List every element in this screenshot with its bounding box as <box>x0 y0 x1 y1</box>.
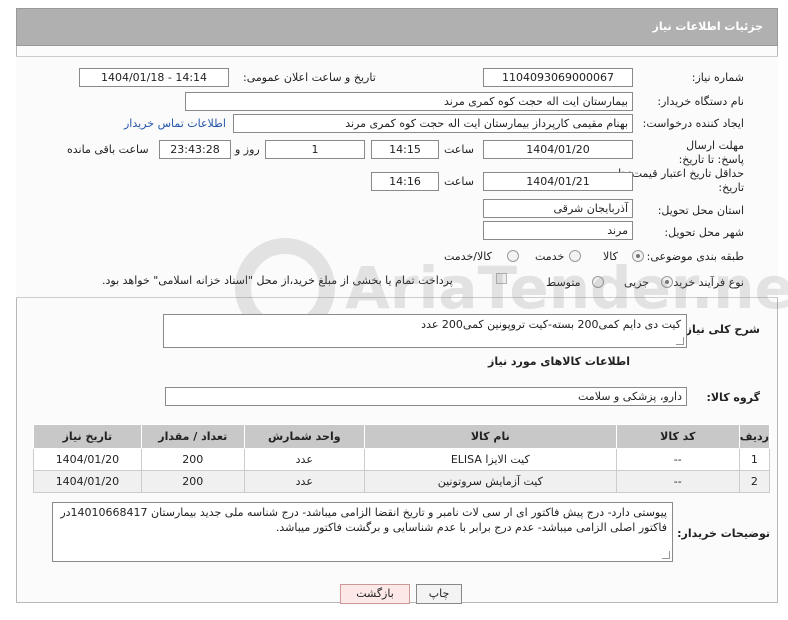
process-option-medium: متوسط <box>546 276 581 289</box>
process-label: نوع فرآیند خرید : <box>666 276 744 289</box>
creator-field: بهنام مقیمی کارپرداز بیمارستان ایت اله ح… <box>233 114 633 133</box>
cell-unit: عدد <box>243 448 365 471</box>
validity-time-field: 14:16 <box>371 172 439 191</box>
category-option-service: خدمت <box>535 250 565 263</box>
col-header-date: تاریخ نیاز <box>33 424 142 449</box>
validity-time-label: ساعت <box>444 175 474 188</box>
buyer-notes-text: پیوستی دارد- درج پیش فاکتور ای ار سی لات… <box>60 506 667 534</box>
deadline-time-label: ساعت <box>444 143 474 156</box>
buyer-notes-textarea[interactable]: پیوستی دارد- درج پیش فاکتور ای ار سی لات… <box>52 502 673 562</box>
general-desc-text: کیت دی دایم کمی200 بسته-کیت تروپونین کمی… <box>421 318 681 331</box>
validity-date-field: 1404/01/21 <box>483 172 633 191</box>
contact-buyer-link[interactable]: اطلاعات تماس خریدار <box>124 117 226 130</box>
deadline-date-field: 1404/01/20 <box>483 140 633 159</box>
treasury-payment-checkbox[interactable] <box>496 273 507 284</box>
col-header-row: ردیف <box>738 424 771 449</box>
resize-handle[interactable] <box>676 337 684 345</box>
city-label: شهر محل تحویل: <box>664 226 744 239</box>
back-button[interactable]: بازگشت <box>340 584 410 604</box>
remaining-label: ساعت باقی مانده <box>67 143 149 156</box>
deadline-time-field: 14:15 <box>371 140 439 159</box>
cell-row: 1 <box>738 448 771 471</box>
cell-name: کیت آزمایش سروتونین <box>363 470 617 493</box>
province-field: آذربایجان شرقی <box>483 199 633 218</box>
table-row: 1 -- کیت الایزا ELISA عدد 200 1404/01/20 <box>33 448 771 471</box>
process-radio-medium[interactable] <box>592 276 604 288</box>
buyer-label: نام دستگاه خریدار: <box>657 95 744 108</box>
announce-field: 1404/01/18 - 14:14 <box>79 68 229 87</box>
process-option-minor: جزیی <box>624 276 650 289</box>
days-label: روز و <box>235 143 260 156</box>
col-header-name: نام کالا <box>363 424 617 449</box>
buyer-field: بیمارستان ایت اله حجت کوه کمری مرند <box>185 92 633 111</box>
city-field: مرند <box>483 221 633 240</box>
resize-handle[interactable] <box>662 551 670 559</box>
items-table: ردیف کد کالا نام کالا واحد شمارش تعداد /… <box>33 424 771 493</box>
days-field: 1 <box>265 140 365 159</box>
category-option-goods: کالا <box>603 250 618 263</box>
category-option-goods-service: کالا/خدمت <box>444 250 492 263</box>
general-desc-label: شرح کلی نیاز: <box>681 323 760 336</box>
category-radio-service[interactable] <box>569 250 581 262</box>
deadline-label: مهلت ارسال پاسخ: تا تاریخ: <box>678 139 744 166</box>
category-radio-goods[interactable] <box>632 250 644 262</box>
cell-name: کیت الایزا ELISA <box>363 448 617 471</box>
page-title: جزئیات اطلاعات نیاز <box>652 20 764 33</box>
cell-date: 1404/01/20 <box>33 448 142 471</box>
category-radio-goods-service[interactable] <box>507 250 519 262</box>
province-label: استان محل تحویل: <box>657 204 744 217</box>
col-header-unit: واحد شمارش <box>243 424 365 449</box>
print-button[interactable]: چاپ <box>416 584 462 604</box>
table-row: 2 -- کیت آزمایش سروتونین عدد 200 1404/01… <box>33 470 771 493</box>
col-header-code: کد کالا <box>615 424 740 449</box>
announce-label: تاریخ و ساعت اعلان عمومی: <box>243 71 376 84</box>
validity-label: حداقل تاریخ اعتبار قیمت: تا تاریخ: <box>618 167 744 194</box>
need-number-field: 1104093069000067 <box>483 68 633 87</box>
creator-label: ایجاد کننده درخواست: <box>642 117 744 130</box>
buyer-notes-label: توضیحات خریدار: <box>677 527 770 540</box>
cell-date: 1404/01/20 <box>33 470 142 493</box>
category-label: طبقه بندی موضوعی: <box>646 250 744 263</box>
cell-code: -- <box>615 448 740 471</box>
panel-header: جزئیات اطلاعات نیاز <box>16 8 778 46</box>
cell-unit: عدد <box>243 470 365 493</box>
general-desc-textarea[interactable]: کیت دی دایم کمی200 بسته-کیت تروپونین کمی… <box>163 314 687 348</box>
goods-info-title: اطلاعات کالاهای مورد نیاز <box>488 355 630 368</box>
col-header-qty: تعداد / مقدار <box>140 424 245 449</box>
need-number-label: شماره نیاز: <box>691 71 744 84</box>
cell-qty: 200 <box>140 470 245 493</box>
cell-code: -- <box>615 470 740 493</box>
cell-row: 2 <box>738 470 771 493</box>
goods-group-field: دارو، پزشکی و سلامت <box>165 387 687 406</box>
treasury-payment-note: پرداخت تمام یا بخشی از مبلغ خرید،از محل … <box>102 274 453 287</box>
remaining-time-field: 23:43:28 <box>159 140 231 159</box>
cell-qty: 200 <box>140 448 245 471</box>
process-radio-minor[interactable] <box>661 276 673 288</box>
goods-group-label: گروه کالا: <box>706 391 760 404</box>
